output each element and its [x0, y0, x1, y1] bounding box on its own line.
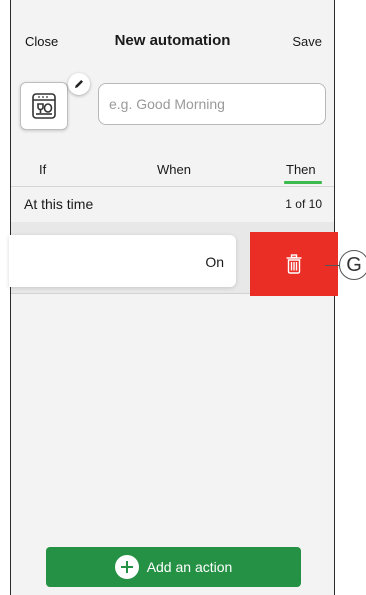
- plus-icon: [114, 555, 139, 579]
- action-count: 1 of 10: [285, 197, 322, 211]
- action-state: On: [205, 254, 224, 270]
- delete-action-button[interactable]: [250, 232, 338, 296]
- automation-name-input[interactable]: [98, 83, 326, 125]
- phone-frame: Close New automation Save If When: [9, 0, 338, 595]
- page-title: New automation: [114, 32, 231, 49]
- callout-line: [325, 265, 340, 266]
- add-action-button[interactable]: Add an action: [46, 547, 301, 587]
- save-button[interactable]: Save: [292, 34, 322, 49]
- add-action-label: Add an action: [146, 559, 233, 575]
- callout-marker: G: [339, 250, 366, 280]
- action-item[interactable]: On: [9, 235, 236, 287]
- section-title: At this time: [24, 196, 94, 212]
- tab-then[interactable]: Then: [286, 162, 316, 177]
- pencil-icon: [75, 80, 83, 88]
- automation-icon-picker[interactable]: [20, 82, 68, 130]
- tab-if[interactable]: If: [39, 162, 46, 177]
- trash-icon: [286, 254, 302, 274]
- tabs-divider: [11, 186, 334, 187]
- header: Close New automation Save If When: [11, 0, 334, 212]
- dishwasher-icon: [32, 93, 56, 119]
- tab-when[interactable]: When: [157, 162, 191, 177]
- active-tab-indicator: [284, 181, 322, 184]
- edit-icon-button[interactable]: [68, 73, 90, 95]
